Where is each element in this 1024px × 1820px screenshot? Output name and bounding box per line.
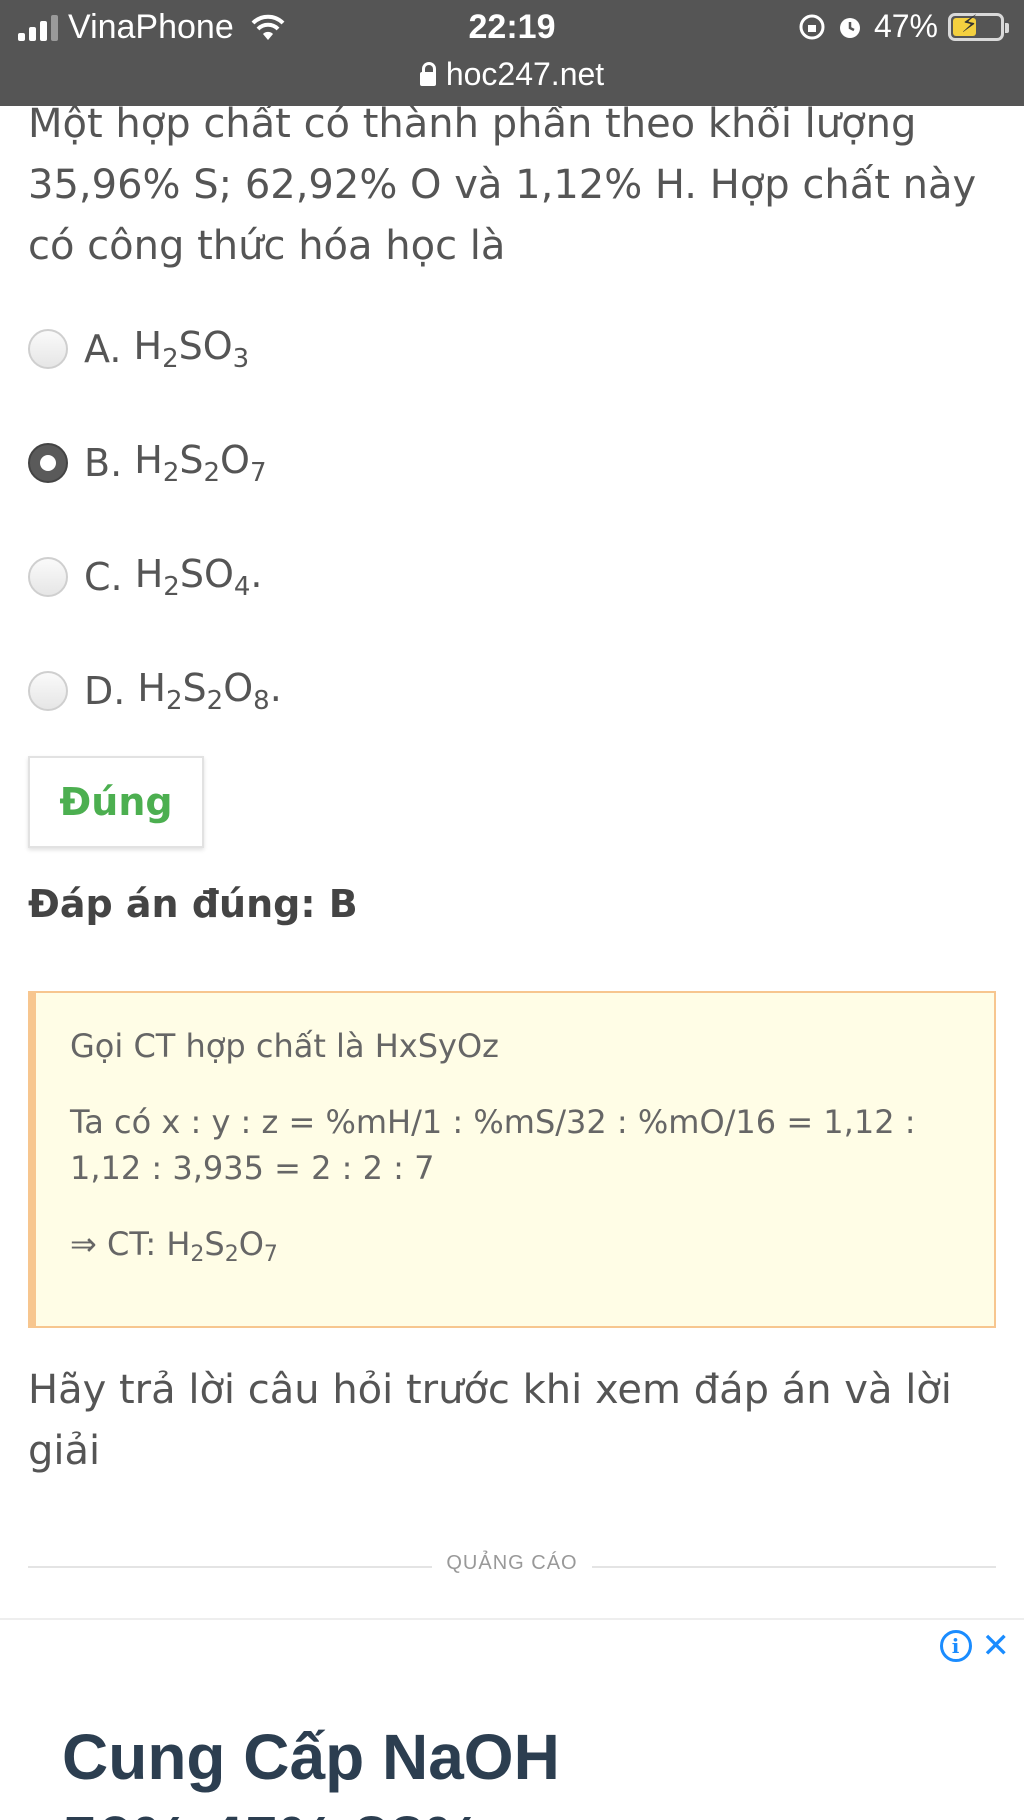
- option-formula: H2SO3: [134, 324, 250, 374]
- formula-subscript: 7: [263, 1242, 278, 1267]
- solution-box: Gọi CT hợp chất là HxSyOz Ta có x : y : …: [28, 991, 996, 1328]
- radio-button[interactable]: [28, 329, 68, 369]
- solution-formula: H2S2O7: [166, 1225, 278, 1267]
- formula-text: H: [134, 552, 164, 596]
- status-bar: VinaPhone 22:19 47% ⚡ hoc247.net: [0, 0, 1024, 106]
- ad-banner[interactable]: i ✕ Cung Cấp NaOH 50% 45% 32%: [0, 1618, 1024, 1820]
- formula-text: O: [238, 1225, 264, 1263]
- battery-icon: ⚡: [948, 11, 1009, 41]
- formula-text: H: [137, 666, 166, 710]
- option-a[interactable]: A. H2SO3: [28, 292, 282, 406]
- option-c[interactable]: C. H2SO4.: [28, 520, 282, 634]
- status-right: 47% ⚡: [798, 8, 1009, 45]
- option-letter: B.: [84, 441, 135, 485]
- ad-subtitle[interactable]: 50% 45% 32%: [62, 1802, 482, 1820]
- info-icon[interactable]: i: [939, 1630, 972, 1662]
- option-letter: C.: [84, 555, 135, 599]
- option-formula: H2SO4.: [135, 552, 263, 602]
- formula-subscript: 2: [203, 458, 221, 488]
- solution-conclusion-prefix: ⇒ CT:: [70, 1225, 167, 1263]
- formula-text: SO: [178, 324, 233, 368]
- formula-subscript: 2: [166, 686, 183, 716]
- alarm-icon: [839, 17, 860, 38]
- solution-line-1: Gọi CT hợp chất là HxSyOz: [70, 1027, 499, 1065]
- option-letter: D.: [84, 669, 138, 713]
- answer-options: A. H2SO3 B. H2S2O7 C. H2SO4. D. H2S2O8.: [28, 292, 282, 748]
- battery-percent: 47%: [873, 8, 938, 44]
- formula-text: .: [269, 666, 282, 710]
- radio-button[interactable]: [28, 557, 68, 597]
- solution-line-2: Ta có x : y : z = %mH/1 : %mS/32 : %mO/1…: [70, 1103, 916, 1187]
- solution-line-3: ⇒ CT: H2S2O7: [70, 1221, 960, 1278]
- formula-text: H: [133, 324, 163, 368]
- option-d[interactable]: D. H2S2O8.: [28, 634, 282, 748]
- formula-text: H: [166, 1225, 191, 1263]
- address-bar[interactable]: hoc247.net: [0, 56, 1024, 93]
- ad-title[interactable]: Cung Cấp NaOH: [62, 1720, 560, 1794]
- formula-subscript: 4: [233, 572, 251, 602]
- formula-subscript: 3: [232, 344, 250, 374]
- option-formula: H2S2O7: [134, 438, 266, 488]
- formula-text: S: [182, 666, 207, 710]
- formula-text: O: [220, 438, 250, 482]
- formula-text: S: [204, 1225, 225, 1263]
- formula-subscript: 2: [224, 1242, 239, 1267]
- formula-subscript: 2: [162, 458, 180, 488]
- ad-separator: QUẢNG CÁO: [28, 1552, 996, 1582]
- formula-text: SO: [179, 552, 234, 596]
- formula-subscript: 2: [163, 572, 180, 602]
- formula-subscript: 7: [249, 458, 267, 488]
- formula-subscript: 2: [162, 344, 179, 374]
- result-button[interactable]: Đúng: [28, 756, 204, 848]
- ad-label: QUẢNG CÁO: [446, 1552, 578, 1574]
- correct-answer-label: Đáp án đúng: B: [28, 882, 358, 926]
- ad-controls: i ✕: [939, 1629, 1011, 1663]
- formula-subscript: 8: [253, 686, 270, 716]
- lock-icon: [419, 61, 436, 86]
- url-text: hoc247.net: [445, 56, 605, 92]
- formula-subscript: 2: [190, 1242, 205, 1267]
- formula-text: H: [134, 438, 163, 482]
- formula-subscript: 2: [206, 686, 224, 716]
- option-b[interactable]: B. H2S2O7: [28, 406, 282, 520]
- rotation-lock-icon: [799, 14, 825, 39]
- formula-text: O: [223, 666, 254, 710]
- radio-button[interactable]: [28, 443, 68, 483]
- formula-text: .: [250, 552, 263, 596]
- radio-button[interactable]: [28, 671, 68, 711]
- close-icon[interactable]: ✕: [982, 1629, 1011, 1663]
- formula-text: S: [179, 438, 204, 482]
- option-letter: A.: [84, 327, 134, 371]
- option-formula: H2S2O8.: [137, 666, 281, 716]
- instruction-note: Hãy trả lời câu hỏi trước khi xem đáp án…: [28, 1367, 952, 1474]
- question-text: Một hợp chất có thành phần theo khối lượ…: [28, 101, 977, 269]
